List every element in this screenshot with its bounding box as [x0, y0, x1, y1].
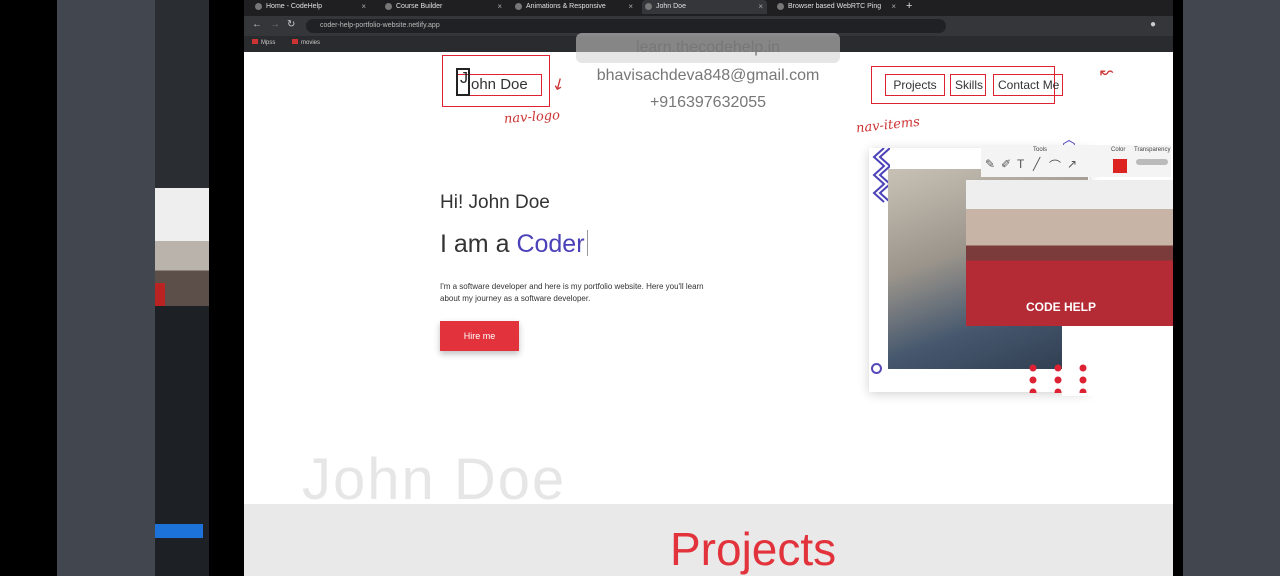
close-icon[interactable]: × — [497, 2, 502, 11]
tab-favicon-icon — [515, 3, 522, 10]
arrow-tool-icon[interactable]: ↗ — [1067, 157, 1077, 171]
transparency-slider[interactable] — [1136, 159, 1168, 165]
bookmark-movies[interactable]: movies — [292, 39, 320, 46]
transparency-label: Transparency — [1134, 147, 1171, 153]
typing-caret — [586, 230, 588, 256]
close-icon[interactable]: × — [758, 2, 763, 11]
right-letterbox — [1183, 0, 1280, 576]
reload-icon[interactable]: ↻ — [287, 19, 295, 30]
side-window-toolbar — [155, 0, 209, 188]
tab-label: Course Builder — [396, 3, 443, 10]
side-window-red-object — [155, 283, 165, 306]
watermark-phone: +916397632055 — [649, 94, 767, 111]
pencil-icon[interactable]: ✎ — [985, 157, 995, 171]
dot-grid-decoration-icon — [1029, 364, 1087, 393]
ghost-watermark-name: John Doe — [302, 447, 567, 512]
browser-window: Home - CodeHelp × Course Builder × Anima… — [244, 0, 1173, 576]
new-tab-button[interactable]: + — [906, 0, 912, 12]
hire-me-button[interactable]: Hire me — [440, 321, 519, 351]
side-window-strip — [155, 0, 209, 576]
curve-tool-icon[interactable]: ⌒ — [1049, 157, 1061, 174]
annotation-arrow-icon: ↙ — [548, 73, 570, 96]
annotation-toolpanel: Tools Color Transparency ✎ ✐ T ╱ ⌒ ↗ — [981, 145, 1171, 177]
bookmark-icon — [252, 39, 258, 44]
tools-label: Tools — [1033, 147, 1048, 153]
bookmark-mpss[interactable]: Mpss — [252, 39, 275, 46]
projects-heading: Projects — [670, 523, 837, 575]
color-label: Color — [1111, 147, 1126, 153]
tab-animations[interactable]: Animations & Responsive × — [512, 0, 637, 14]
headline-prefix: I am a — [440, 230, 510, 258]
tab-favicon-icon — [385, 3, 392, 10]
side-window-blue-tile[interactable] — [155, 524, 203, 538]
profile-icon[interactable]: ● — [1150, 19, 1156, 30]
tab-course-builder[interactable]: Course Builder × — [382, 0, 506, 14]
nav-contact-link[interactable]: Contact Me — [993, 74, 1063, 96]
nav-skills-link[interactable]: Skills — [950, 74, 986, 96]
headline-highlight: Coder — [516, 230, 585, 258]
annotation-nav-logo: nav-logo — [503, 108, 561, 127]
tab-favicon-icon — [777, 3, 784, 10]
tab-label: John Doe — [656, 3, 686, 10]
screen: Home - CodeHelp × Course Builder × Anima… — [0, 0, 1280, 576]
watermark-email: bhavisachdeva848@gmail.com — [596, 67, 820, 84]
watermark-site: learn.thecodehelp.in — [635, 39, 781, 56]
tab-john-doe[interactable]: John Doe × — [642, 0, 767, 14]
annotation-nav-items: nav-items — [855, 114, 921, 137]
logo-initial: J — [460, 70, 468, 87]
close-icon[interactable]: × — [628, 2, 633, 11]
ring-decoration-icon — [871, 363, 882, 374]
hero-image-area: ⬡ CODE HELP Tools Color Transparency ✎ ✐ — [866, 138, 1173, 398]
logo-text: ohn Doe — [471, 76, 528, 93]
left-letterbox — [57, 0, 155, 576]
side-window-icons — [157, 12, 205, 26]
bookmark-label: Mpss — [261, 40, 276, 46]
side-window-preview — [155, 188, 209, 306]
tab-webrtc-ping[interactable]: Browser based WebRTC Ping × — [774, 0, 900, 14]
tab-favicon-icon — [645, 3, 652, 10]
bookmark-label: movies — [301, 40, 321, 46]
tab-label: Home - CodeHelp — [266, 3, 323, 10]
bookmark-icon — [292, 39, 298, 44]
hero-intro: I'm a software developer and here is my … — [440, 282, 704, 303]
hero-greeting: Hi! John Doe — [440, 192, 550, 213]
forward-icon[interactable]: → — [270, 19, 280, 30]
tab-label: Browser based WebRTC Ping — [788, 3, 882, 10]
annotation-arrow-icon: ↜ — [1100, 64, 1114, 81]
watermark-overlay: learn.thecodehelp.in bhavisachdeva848@gm… — [576, 33, 840, 129]
line-tool-icon[interactable]: ╱ — [1033, 157, 1040, 171]
portfolio-page: ohn Doe J ↙ nav-logo Projects Skills Con… — [244, 33, 1173, 576]
hero-headline: I am a Coder — [440, 230, 588, 259]
close-icon[interactable]: × — [891, 2, 896, 11]
shirt-brand-text: CODE HELP — [1026, 300, 1097, 314]
tab-favicon-icon — [255, 3, 262, 10]
pen-icon[interactable]: ✐ — [1001, 157, 1011, 171]
zigzag-decoration-icon — [872, 148, 890, 203]
url-field[interactable]: coder-help-portfolio-website.netlify.app — [306, 19, 946, 33]
tab-bar: Home - CodeHelp × Course Builder × Anima… — [244, 0, 1173, 16]
tab-home-codehelp[interactable]: Home - CodeHelp × — [252, 0, 370, 14]
text-tool-icon[interactable]: T — [1017, 157, 1024, 171]
close-icon[interactable]: × — [361, 2, 366, 11]
back-icon[interactable]: ← — [252, 19, 262, 30]
color-swatch[interactable] — [1113, 159, 1127, 173]
nav-projects-link[interactable]: Projects — [885, 74, 945, 96]
tab-label: Animations & Responsive — [526, 3, 606, 10]
